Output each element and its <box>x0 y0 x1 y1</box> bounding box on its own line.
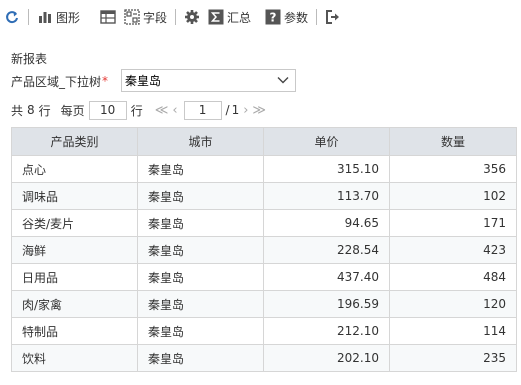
pager: 共 8 行 每页 10 行 ≪ ‹ 1 / 1 › ≫ <box>11 99 268 121</box>
field-label: 字段 <box>143 10 168 25</box>
refresh-icon <box>4 9 20 25</box>
header-category: 产品类别 <box>11 127 138 156</box>
per-page-prefix: 每页 <box>60 103 85 118</box>
table-row: 点心 秦皇岛 315.10 356 <box>11 155 517 183</box>
field-icon <box>124 9 140 25</box>
cell-quantity: 235 <box>389 344 517 372</box>
table-row: 肉/家禽 秦皇岛 196.59 120 <box>11 290 517 318</box>
table-row: 日用品 秦皇岛 437.40 484 <box>11 263 517 291</box>
table-button[interactable] <box>96 5 120 29</box>
header-quantity: 数量 <box>389 127 517 156</box>
header-city: 城市 <box>137 127 264 156</box>
cell-city: 秦皇岛 <box>137 344 264 372</box>
svg-text:?: ? <box>270 11 277 25</box>
cell-price: 437.40 <box>263 263 390 291</box>
header-price: 单价 <box>263 127 390 156</box>
toolbar-divider <box>175 9 177 25</box>
cell-price: 94.65 <box>263 209 390 237</box>
cell-category: 海鲜 <box>11 236 138 264</box>
cell-city: 秦皇岛 <box>137 317 264 345</box>
cell-city: 秦皇岛 <box>137 209 264 237</box>
field-button[interactable]: 字段 <box>120 5 171 29</box>
param-button[interactable]: ? 参数 <box>261 5 312 29</box>
cell-category: 饮料 <box>11 344 138 372</box>
chart-button[interactable]: 图形 <box>33 5 84 29</box>
report-title: 新报表 <box>11 52 48 66</box>
cell-category: 谷类/麦片 <box>11 209 138 237</box>
next-page-icon[interactable]: › <box>243 103 248 118</box>
chart-label: 图形 <box>56 10 81 25</box>
cell-city: 秦皇岛 <box>137 182 264 210</box>
cell-city: 秦皇岛 <box>137 155 264 183</box>
cell-quantity: 356 <box>389 155 517 183</box>
cell-price: 202.10 <box>263 344 390 372</box>
region-dropdown[interactable]: 秦皇岛 <box>121 69 296 92</box>
required-mark: * <box>102 74 109 88</box>
region-dropdown-value: 秦皇岛 <box>125 74 162 88</box>
summary-label: 汇总 <box>227 10 252 25</box>
cell-quantity: 102 <box>389 182 517 210</box>
cell-price: 212.10 <box>263 317 390 345</box>
cell-quantity: 171 <box>389 209 517 237</box>
table-icon <box>100 9 116 25</box>
param-label: 参数 <box>284 10 309 25</box>
toolbar-divider <box>316 9 318 25</box>
toolbar-divider <box>28 9 29 25</box>
first-page-icon[interactable]: ≪ <box>155 103 169 118</box>
gear-icon <box>184 9 200 25</box>
question-icon: ? <box>265 9 281 25</box>
per-page-input[interactable]: 10 <box>88 100 127 120</box>
page-separator: / <box>225 103 230 117</box>
table-row: 调味品 秦皇岛 113.70 102 <box>11 182 517 210</box>
chevron-down-icon <box>276 73 290 90</box>
cell-city: 秦皇岛 <box>137 236 264 264</box>
cell-city: 秦皇岛 <box>137 290 264 318</box>
cell-category: 肉/家禽 <box>11 290 138 318</box>
cell-quantity: 423 <box>389 236 517 264</box>
cell-category: 点心 <box>11 155 138 183</box>
prev-page-icon[interactable]: ‹ <box>172 103 177 118</box>
last-page-icon[interactable]: ≫ <box>252 103 266 118</box>
settings-button[interactable] <box>180 5 204 29</box>
param-label-text: 产品区域_下拉树 <box>11 74 102 89</box>
total-prefix: 共 <box>11 103 24 118</box>
bar-chart-icon <box>37 9 53 25</box>
total-rows: 8 <box>27 103 35 117</box>
sigma-icon <box>208 9 224 25</box>
exit-icon <box>325 9 341 25</box>
per-page-suffix: 行 <box>130 103 143 118</box>
cell-category: 日用品 <box>11 263 138 291</box>
cell-category: 调味品 <box>11 182 138 210</box>
total-pages: 1 <box>231 103 240 117</box>
cell-price: 228.54 <box>263 236 390 264</box>
data-table: 产品类别 城市 单价 数量 点心 秦皇岛 315.10 356 调味品 秦皇岛 … <box>11 127 517 372</box>
cell-price: 196.59 <box>263 290 390 318</box>
cell-price: 113.70 <box>263 182 390 210</box>
table-row: 饮料 秦皇岛 202.10 235 <box>11 344 517 372</box>
table-row: 海鲜 秦皇岛 228.54 423 <box>11 236 517 264</box>
table-row: 谷类/麦片 秦皇岛 94.65 171 <box>11 209 517 237</box>
total-suffix: 行 <box>38 103 51 118</box>
param-row: 产品区域_下拉树 * <box>11 69 108 93</box>
table-row: 特制品 秦皇岛 212.10 114 <box>11 317 517 345</box>
refresh-button[interactable] <box>0 5 24 29</box>
cell-quantity: 484 <box>389 263 517 291</box>
toolbar: 图形 字段 汇总 ? 参数 <box>0 0 521 34</box>
cell-category: 特制品 <box>11 317 138 345</box>
cell-quantity: 120 <box>389 290 517 318</box>
cell-quantity: 114 <box>389 317 517 345</box>
cell-city: 秦皇岛 <box>137 263 264 291</box>
exit-button[interactable] <box>321 5 345 29</box>
current-page-input[interactable]: 1 <box>183 100 222 120</box>
table-header-row: 产品类别 城市 单价 数量 <box>11 127 517 156</box>
summary-button[interactable]: 汇总 <box>204 5 255 29</box>
cell-price: 315.10 <box>263 155 390 183</box>
